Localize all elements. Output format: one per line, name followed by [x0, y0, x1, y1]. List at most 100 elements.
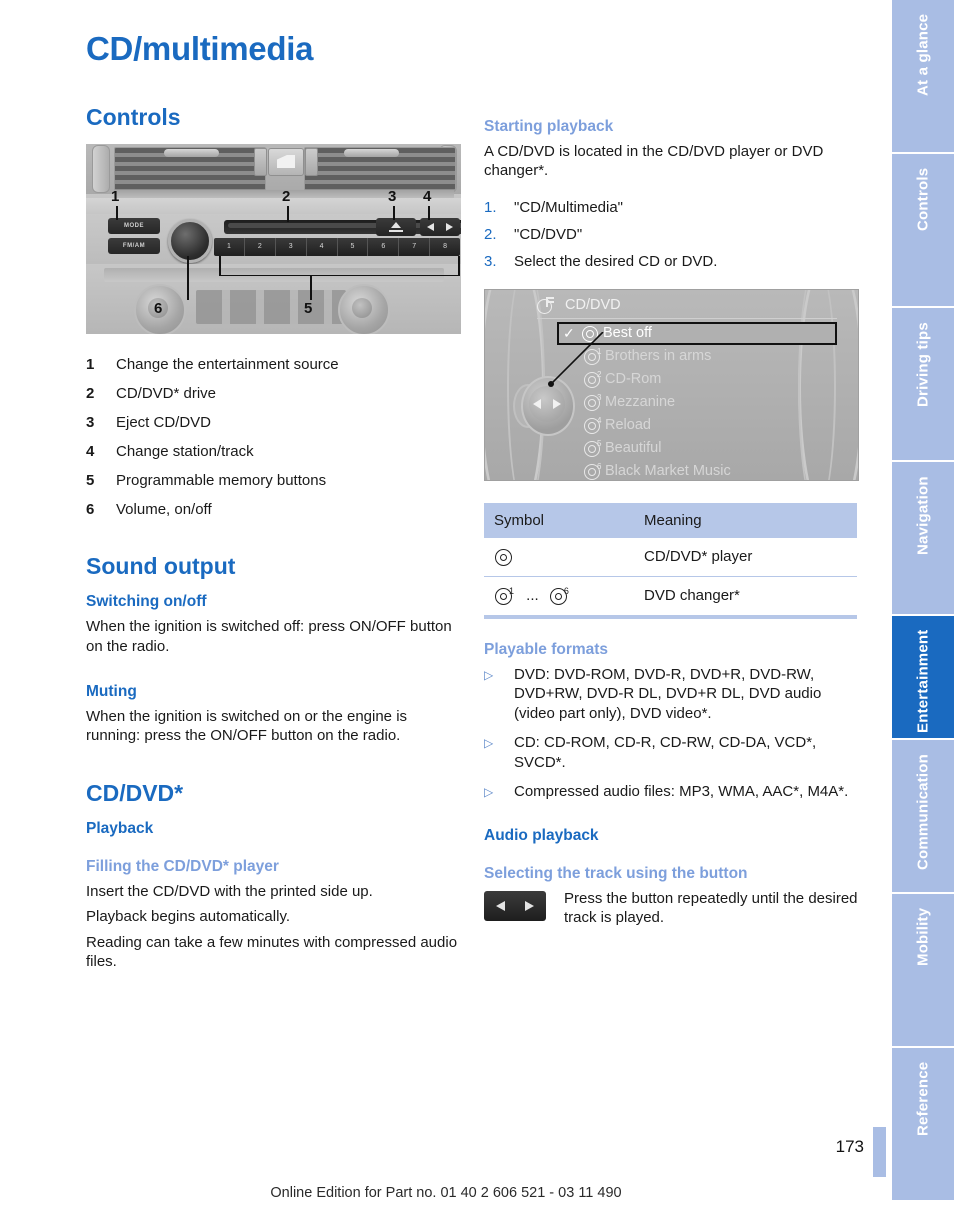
sidebar-tab-mobility[interactable]: Mobility — [892, 894, 954, 1046]
disc-number: 6 — [597, 461, 602, 471]
idrive-item-label: Beautiful — [605, 440, 662, 457]
legend-text: Change station/track — [116, 442, 254, 460]
subheading-audio-playback: Audio playback — [484, 827, 599, 845]
triangle-bullet-icon: ▷ — [484, 785, 494, 800]
eject-bar-icon — [389, 229, 403, 232]
leader-line-4 — [428, 205, 430, 220]
format-item: ▷ Compressed audio files: MP3, WMA, AAC*… — [484, 782, 860, 803]
format-text: DVD: DVD-ROM, DVD-R, DVD+R, DVD-RW, DVD+… — [514, 665, 822, 722]
legend-text: CD/DVD* drive — [116, 384, 217, 402]
seek-left-icon — [427, 222, 434, 231]
subheading-filling: Filling the CD/DVD* player — [86, 857, 279, 875]
legend-item: 3 Eject CD/DVD — [86, 408, 462, 437]
page-number-bar — [873, 1127, 886, 1177]
sidebar-tab-label: Navigation — [914, 476, 932, 555]
hazard-icon — [277, 154, 295, 168]
sidebar-tab-at-a-glance[interactable]: At a glance — [892, 0, 954, 152]
manual-page: CD/multimedia Controls MODE FM/AM 1 2 3 … — [0, 0, 954, 1215]
sidebar-tab-reference[interactable]: Reference — [892, 1048, 954, 1200]
idrive-screen-illustration: CD/DVD ✓ Best off 1 Brothers in arms 2 C… — [484, 288, 859, 481]
idrive-list-item[interactable]: 4 Reload — [565, 414, 837, 437]
legend-item: 2 CD/DVD* drive — [86, 379, 462, 408]
subheading-playback: Playback — [86, 820, 154, 838]
triangle-bullet-icon: ▷ — [484, 667, 494, 682]
panel-trim-row — [86, 197, 461, 214]
legend-text: Change the entertainment source — [116, 355, 339, 373]
disc-number: 4 — [597, 415, 602, 425]
preset-brace — [219, 274, 459, 277]
sidebar-tab-controls[interactable]: Controls — [892, 154, 954, 306]
eject-button — [376, 217, 416, 236]
sidebar-tab-communication[interactable]: Communication — [892, 740, 954, 892]
idrive-item-label: CD-Rom — [605, 371, 662, 388]
sidebar-tab-label: Driving tips — [914, 322, 932, 407]
page-number: 173 — [835, 1137, 864, 1156]
idrive-list-item[interactable]: 3 Mezzanine — [565, 391, 837, 414]
legend-number: 1 — [86, 355, 95, 373]
chapter-sidebar: At a glance Controls Driving tips Naviga… — [892, 0, 954, 1215]
section-heading-sound-output: Sound output — [86, 552, 236, 579]
column-header-meaning: Meaning — [634, 502, 857, 538]
triangle-bullet-icon: ▷ — [484, 736, 494, 751]
sidebar-tab-driving-tips[interactable]: Driving tips — [892, 308, 954, 460]
controller-right-arrow-icon — [553, 398, 561, 409]
left-column: CD/multimedia Controls MODE FM/AM 1 2 3 … — [86, 31, 462, 985]
preset-6: 6 — [368, 237, 400, 256]
legend-number: 6 — [86, 500, 95, 518]
disc-icon: 5 — [583, 438, 605, 457]
dvd-changer-icon-first: 1 — [494, 585, 516, 605]
sidebar-tab-label: Mobility — [914, 908, 932, 967]
legend-item: 5 Programmable memory buttons — [86, 466, 462, 495]
dvd-changer-icon-last: 6 — [549, 585, 571, 605]
preset-1: 1 — [214, 237, 245, 256]
selecting-track-row: Press the button repeatedly until the de… — [484, 889, 860, 928]
next-track-icon — [525, 900, 534, 911]
idrive-header: CD/DVD — [537, 296, 837, 319]
radio-panel-illustration: MODE FM/AM 1 2 3 4 5 6 7 8 1 2 3 4 5 6 — [86, 143, 461, 334]
filling-body-1: Insert the CD/DVD with the printed side … — [86, 882, 373, 900]
step-text: "CD/Multimedia" — [514, 198, 624, 216]
table-cell-symbol: 1 ... 6 — [484, 576, 634, 619]
sidebar-tab-navigation[interactable]: Navigation — [892, 462, 954, 614]
preset-5: 5 — [338, 237, 369, 256]
idrive-list-item[interactable]: 6 Black Market Music — [565, 460, 837, 480]
playable-formats-list: ▷ DVD: DVD-ROM, DVD-R, DVD+R, DVD-RW, DV… — [484, 665, 860, 804]
disc-number: 5 — [597, 438, 602, 448]
radio-head-unit: MODE FM/AM 1 2 3 4 5 6 7 8 — [86, 213, 461, 264]
muting-body: When the ignition is switched on or the … — [86, 707, 408, 745]
subheading-switching: Switching on/off — [86, 593, 207, 611]
leader-line-1 — [116, 205, 118, 220]
idrive-list-item[interactable]: 2 CD-Rom — [565, 368, 837, 391]
starting-playback-body: A CD/DVD is located in the CD/DVD player… — [484, 142, 824, 180]
step-number: 2. — [484, 225, 497, 243]
idrive-list-item[interactable]: 1 Brothers in arms — [565, 345, 837, 368]
footer-text: Online Edition for Part no. 01 40 2 606 … — [270, 1185, 622, 1201]
table-header-row: Symbol Meaning — [484, 502, 857, 538]
sidebar-tab-entertainment[interactable]: Entertainment — [892, 616, 954, 738]
previous-track-icon — [496, 900, 505, 911]
table-cell-meaning: CD/DVD* player — [634, 537, 857, 577]
sidebar-tab-label: Reference — [914, 1062, 932, 1137]
eject-triangle-icon — [391, 221, 401, 228]
sidebar-tab-label: Communication — [914, 754, 932, 870]
step-text: Select the desired CD or DVD. — [514, 252, 718, 270]
section-heading-cd-dvd: CD/DVD* — [86, 779, 184, 806]
legend-item: 6 Volume, on/off — [86, 495, 462, 524]
idrive-item-label: Mezzanine — [605, 394, 676, 411]
disc-number: 6 — [563, 585, 569, 596]
step-item: 1. "CD/Multimedia" — [484, 194, 860, 221]
disc-number: 1 — [509, 585, 515, 596]
format-item: ▷ CD: CD-ROM, CD-R, CD-RW, CD-DA, VCD*, … — [484, 733, 860, 772]
vent-slider-left — [164, 148, 219, 157]
symbol-table: Symbol Meaning CD/DVD* player 1 ... 6 DV… — [484, 502, 857, 619]
step-item: 2. "CD/DVD" — [484, 221, 860, 248]
table-row: 1 ... 6 DVD changer* — [484, 576, 857, 619]
step-number: 3. — [484, 252, 497, 270]
idrive-list-item[interactable]: 5 Beautiful — [565, 437, 837, 460]
format-text: CD: CD-ROM, CD-R, CD-RW, CD-DA, VCD*, SV… — [514, 734, 817, 771]
vent-slider-right — [344, 148, 399, 157]
callout-6: 6 — [154, 299, 163, 317]
cd-player-icon — [494, 548, 516, 566]
sidebar-tab-label: Controls — [914, 168, 932, 232]
idrive-item-label: Brothers in arms — [605, 348, 712, 365]
